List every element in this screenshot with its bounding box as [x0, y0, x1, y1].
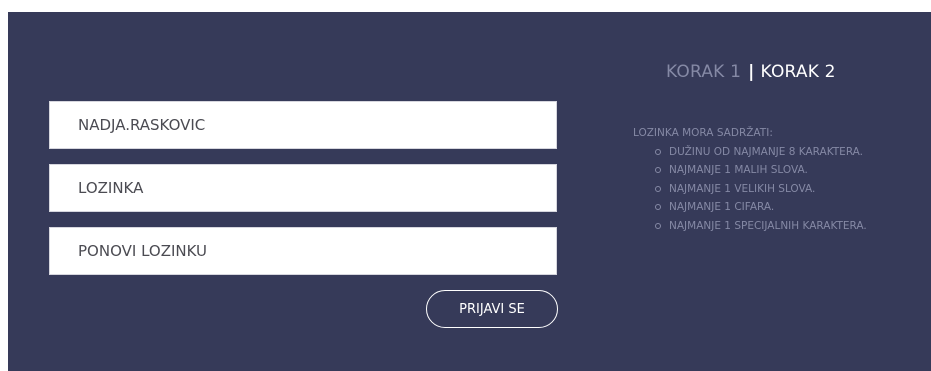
requirement-text: NAJMANJE 1 CIFARA.: [669, 201, 775, 213]
requirement-text: NAJMANJE 1 SPECIJALNIH KARAKTERA.: [669, 219, 867, 232]
login-button[interactable]: PRIJAVI SE: [426, 290, 558, 328]
requirement-item: DUŽINU OD NAJMANJE 8 KARAKTERA.: [655, 143, 867, 162]
step-separator: |: [748, 62, 755, 82]
password-requirements: LOZINKA MORA SADRŽATI: DUŽINU OD NAJMANJ…: [633, 124, 867, 235]
circle-bullet-icon: [655, 148, 661, 155]
circle-bullet-icon: [655, 167, 661, 173]
requirement-item: NAJMANJE 1 MALIH SLOVA.: [655, 161, 867, 180]
requirement-item: NAJMANJE 1 VELIKIH SLOVA.: [655, 180, 867, 199]
requirements-heading: LOZINKA MORA SADRŽATI:: [633, 127, 773, 139]
circle-bullet-icon: [655, 222, 661, 229]
requirement-text: NAJMANJE 1 VELIKIH SLOVA.: [669, 182, 816, 195]
password-field[interactable]: [49, 164, 557, 212]
requirement-item: NAJMANJE 1 CIFARA.: [655, 198, 867, 217]
requirement-item: NAJMANJE 1 SPECIJALNIH KARAKTERA.: [655, 217, 867, 236]
requirements-list: DUŽINU OD NAJMANJE 8 KARAKTERA. NAJMANJE…: [633, 143, 867, 236]
username-field[interactable]: [49, 101, 557, 149]
step-2-label: KORAK 2: [760, 62, 836, 82]
circle-bullet-icon: [655, 204, 661, 210]
step-indicator: KORAK 1 | KORAK 2: [666, 62, 836, 82]
requirement-text: NAJMANJE 1 MALIH SLOVA.: [669, 164, 808, 176]
repeat-password-field[interactable]: [49, 227, 557, 275]
circle-bullet-icon: [655, 185, 661, 192]
step-1-label: KORAK 1: [666, 62, 742, 82]
requirement-text: DUŽINU OD NAJMANJE 8 KARAKTERA.: [669, 145, 864, 158]
